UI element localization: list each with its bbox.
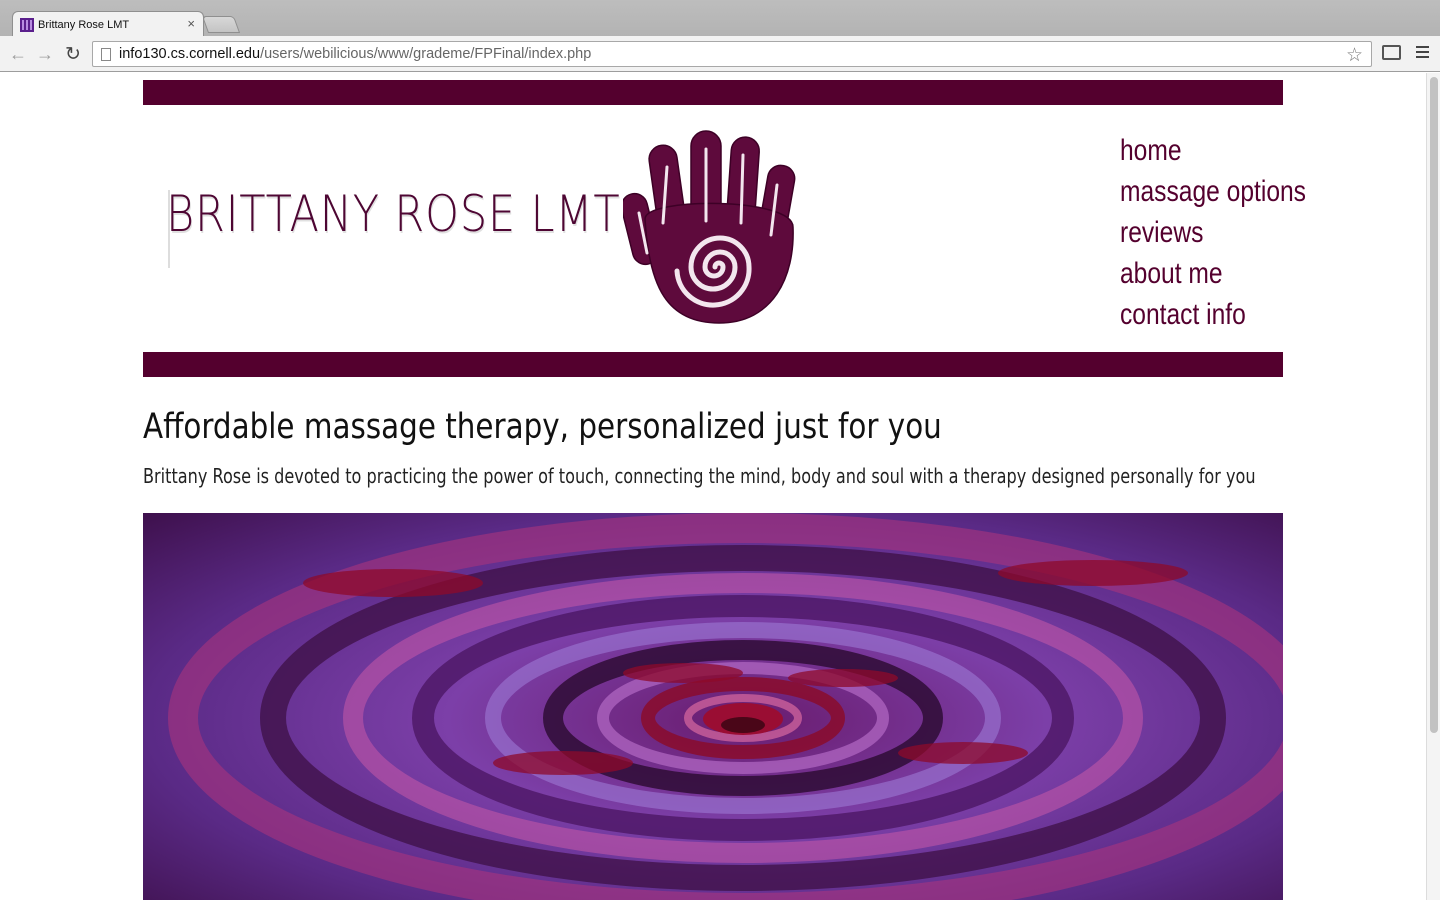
page-subtext: Brittany Rose is devoted to practicing t…: [143, 464, 1256, 488]
menu-icon[interactable]: [1416, 46, 1429, 61]
bookmark-star-icon[interactable]: ☆: [1346, 44, 1363, 67]
page-viewport: BRITTANY ROSE LMT home massage options r…: [0, 73, 1426, 900]
cast-icon[interactable]: [1382, 45, 1401, 60]
forward-icon[interactable]: →: [34, 43, 56, 65]
nav-massage-options[interactable]: massage options: [1120, 171, 1306, 212]
page-icon: [101, 47, 111, 61]
main-nav: home massage options reviews about me co…: [1120, 130, 1347, 335]
browser-chrome: Brittany Rose LMT × ← → ↻ info130.cs.cor…: [0, 0, 1440, 72]
url-text[interactable]: info130.cs.cornell.edu/users/webilicious…: [119, 46, 591, 62]
header-top-band: [143, 80, 1283, 105]
tab-title: Brittany Rose LMT: [38, 18, 130, 31]
spiral-hand-icon: [623, 130, 796, 324]
site-logo[interactable]: BRITTANY ROSE LMT: [166, 185, 620, 243]
url-host: info130.cs.cornell.edu: [119, 46, 261, 62]
nav-contact-info[interactable]: contact info: [1120, 294, 1306, 335]
reload-icon[interactable]: ↻: [62, 43, 84, 65]
nav-reviews[interactable]: reviews: [1120, 212, 1306, 253]
tab-strip: Brittany Rose LMT ×: [0, 0, 1440, 37]
water-ripple-photo: [143, 513, 1283, 900]
page-headline: Affordable massage therapy, personalized…: [143, 407, 942, 447]
nav-about-me[interactable]: about me: [1120, 253, 1306, 294]
back-icon[interactable]: ←: [7, 43, 29, 65]
browser-tab[interactable]: Brittany Rose LMT ×: [12, 11, 204, 37]
browser-toolbar: ← → ↻ info130.cs.cornell.edu/users/webil…: [0, 36, 1440, 72]
nav-home[interactable]: home: [1120, 130, 1306, 171]
url-path: /users/webilicious/www/grademe/FPFinal/i…: [260, 46, 592, 62]
scrollbar-thumb[interactable]: [1430, 77, 1438, 733]
favicon-icon: [20, 17, 34, 32]
address-bar[interactable]: info130.cs.cornell.edu/users/webilicious…: [92, 41, 1372, 67]
header-bottom-band: [143, 352, 1283, 377]
new-tab-button[interactable]: [201, 16, 241, 33]
page-scrollbar[interactable]: [1426, 73, 1440, 900]
tab-close-icon[interactable]: ×: [187, 17, 195, 30]
